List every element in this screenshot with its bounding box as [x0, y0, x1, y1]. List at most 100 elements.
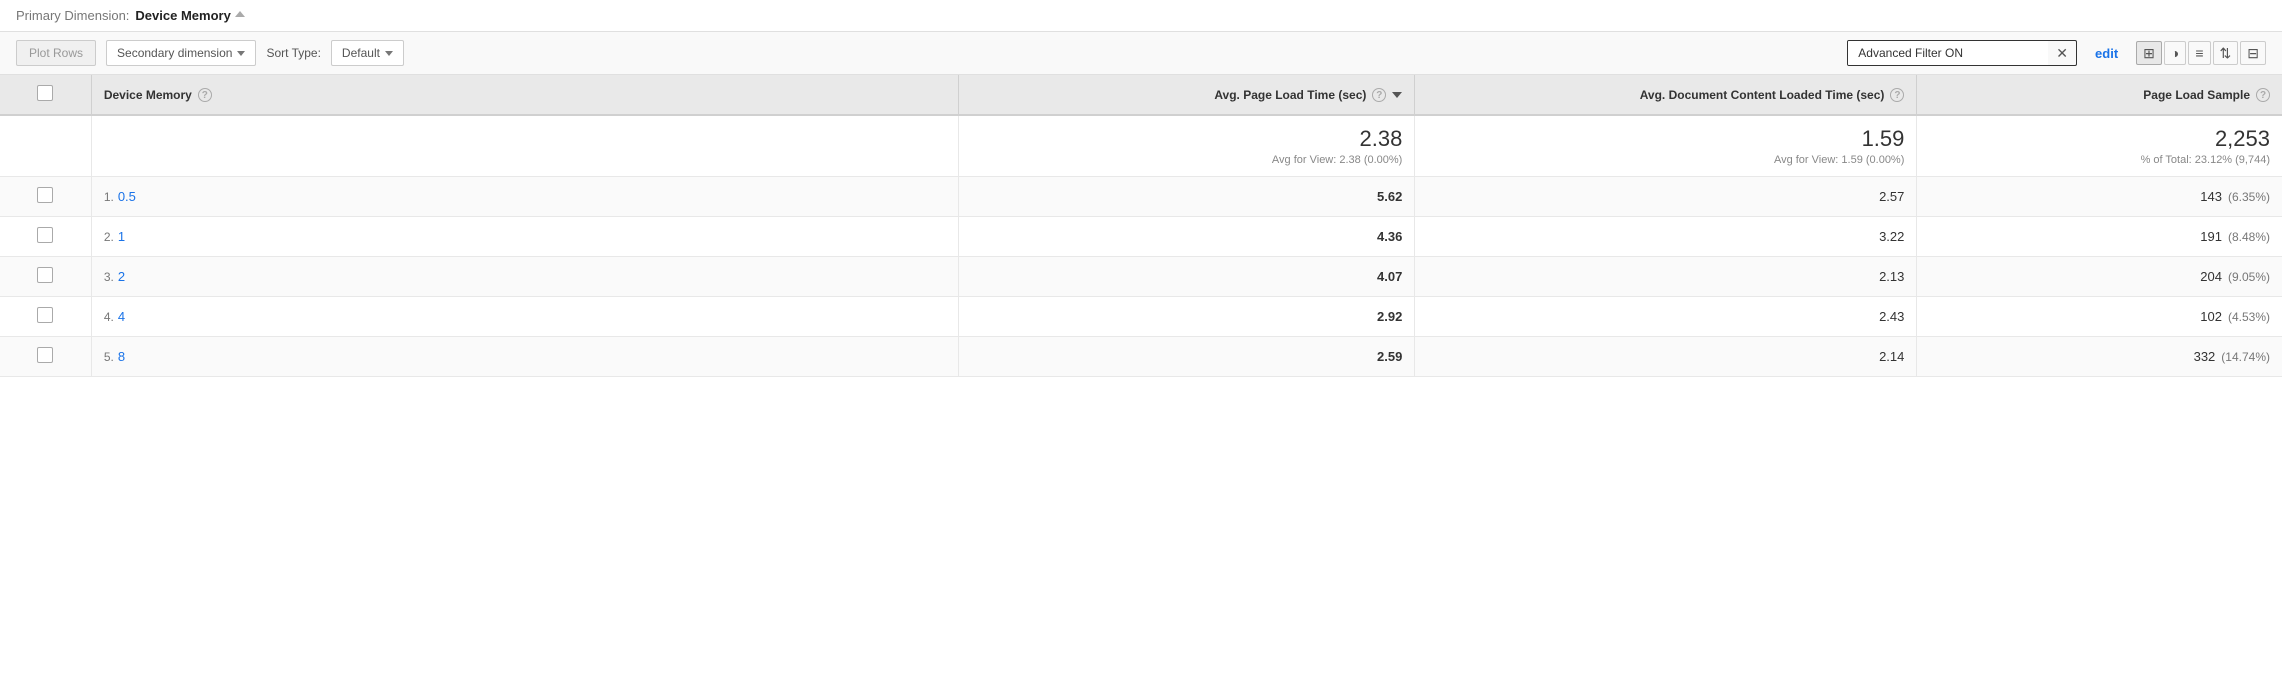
- summary-avg-load-sub: Avg for View: 2.38 (0.00%): [971, 154, 1402, 166]
- row-avg-doc-cell: 3.22: [1415, 217, 1917, 257]
- primary-dimension-value: Device Memory: [135, 8, 230, 23]
- row-avg-load-value: 2.59: [1377, 349, 1402, 364]
- page-sample-help-icon[interactable]: ?: [2256, 88, 2270, 102]
- th-avg-load: Avg. Page Load Time (sec) ?: [958, 75, 1414, 115]
- row-page-sample-pct: (9.05%): [2228, 270, 2270, 284]
- row-checkbox[interactable]: [37, 227, 53, 243]
- row-page-sample-value: 102: [2200, 309, 2222, 324]
- row-avg-doc-value: 2.14: [1879, 349, 1904, 364]
- summary-row: 2.38 Avg for View: 2.38 (0.00%) 1.59 Avg…: [0, 115, 2282, 177]
- plot-rows-button[interactable]: Plot Rows: [16, 40, 96, 66]
- row-checkbox[interactable]: [37, 307, 53, 323]
- row-avg-doc-cell: 2.43: [1415, 297, 1917, 337]
- summary-avg-doc-value: 1.59: [1427, 126, 1904, 152]
- secondary-dimension-chevron-icon: [237, 51, 245, 56]
- primary-dimension-label: Primary Dimension:: [16, 8, 129, 23]
- table-row: 3.24.072.13204(9.05%): [0, 257, 2282, 297]
- table-header-row: Device Memory ? Avg. Page Load Time (sec…: [0, 75, 2282, 115]
- th-avg-doc: Avg. Document Content Loaded Time (sec) …: [1415, 75, 1917, 115]
- advanced-filter-input[interactable]: [1848, 41, 2048, 65]
- row-avg-load-cell: 4.36: [958, 217, 1414, 257]
- row-page-sample-cell: 102(4.53%): [1917, 297, 2282, 337]
- row-avg-load-value: 5.62: [1377, 189, 1402, 204]
- row-dimension-cell: 5.8: [91, 337, 958, 377]
- sort-type-dropdown[interactable]: Default: [331, 40, 404, 66]
- row-avg-doc-value: 3.22: [1879, 229, 1904, 244]
- table-view-button[interactable]: ⊟: [2240, 41, 2266, 65]
- avg-load-help-icon[interactable]: ?: [1372, 88, 1386, 102]
- summary-avg-doc-cell: 1.59 Avg for View: 1.59 (0.00%): [1415, 115, 1917, 177]
- row-checkbox[interactable]: [37, 347, 53, 363]
- row-check-cell: [0, 337, 91, 377]
- header-checkbox[interactable]: [37, 85, 53, 101]
- edit-link[interactable]: edit: [2087, 46, 2126, 61]
- row-check-cell: [0, 257, 91, 297]
- view-icons-group: ⊞ ◑ ≡ ⇅ ⊟: [2136, 41, 2266, 65]
- row-page-sample-pct: (8.48%): [2228, 230, 2270, 244]
- row-checkbox[interactable]: [37, 267, 53, 283]
- summary-check-cell: [0, 115, 91, 177]
- row-page-sample-value: 143: [2200, 189, 2222, 204]
- row-avg-doc-value: 2.43: [1879, 309, 1904, 324]
- row-page-sample-value: 332: [2194, 349, 2216, 364]
- dimension-link[interactable]: 2: [118, 269, 125, 284]
- dimension-link[interactable]: 0.5: [118, 189, 136, 204]
- th-avg-load-label: Avg. Page Load Time (sec): [1214, 88, 1366, 102]
- row-avg-doc-cell: 2.14: [1415, 337, 1917, 377]
- funnel-view-button[interactable]: ⇅: [2213, 41, 2239, 65]
- row-number: 3.: [104, 270, 114, 284]
- device-memory-help-icon[interactable]: ?: [198, 88, 212, 102]
- summary-page-sample-value: 2,253: [1929, 126, 2270, 152]
- data-table: Device Memory ? Avg. Page Load Time (sec…: [0, 75, 2282, 377]
- row-avg-load-cell: 2.59: [958, 337, 1414, 377]
- summary-avg-load-cell: 2.38 Avg for View: 2.38 (0.00%): [958, 115, 1414, 177]
- row-dimension-cell: 4.4: [91, 297, 958, 337]
- row-check-cell: [0, 217, 91, 257]
- toolbar: Plot Rows Secondary dimension Sort Type:…: [0, 32, 2282, 75]
- sort-type-value: Default: [342, 46, 380, 60]
- row-number: 4.: [104, 310, 114, 324]
- dimension-link[interactable]: 8: [118, 349, 125, 364]
- row-number: 1.: [104, 190, 114, 204]
- row-page-sample-cell: 143 (6.35%): [1917, 177, 2282, 217]
- th-page-sample: Page Load Sample ?: [1917, 75, 2282, 115]
- row-avg-doc-value: 2.57: [1879, 189, 1904, 204]
- summary-avg-load-value: 2.38: [971, 126, 1402, 152]
- table-row: 1. 0.5 5.62 2.57 143 (6.35%): [0, 177, 2282, 217]
- row-checkbox[interactable]: [37, 187, 53, 203]
- row-check-cell: [0, 297, 91, 337]
- pie-view-button[interactable]: ◑: [2164, 41, 2186, 65]
- summary-avg-doc-sub: Avg for View: 1.59 (0.00%): [1427, 154, 1904, 166]
- row-dimension-cell: 3.2: [91, 257, 958, 297]
- primary-dimension-bar: Primary Dimension: Device Memory: [0, 0, 2282, 32]
- grid-view-button[interactable]: ⊞: [2136, 41, 2162, 65]
- secondary-dimension-label: Secondary dimension: [117, 46, 232, 60]
- summary-page-sample-sub: % of Total: 23.12% (9,744): [1929, 154, 2270, 166]
- list-view-button[interactable]: ≡: [2188, 41, 2210, 65]
- row-check-cell: [0, 177, 91, 217]
- dimension-link[interactable]: 1: [118, 229, 125, 244]
- table-row: 5.8 2.59 2.14 332 (14.74%): [0, 337, 2282, 377]
- avg-doc-help-icon[interactable]: ?: [1890, 88, 1904, 102]
- row-avg-load-cell: 4.07: [958, 257, 1414, 297]
- th-page-sample-label: Page Load Sample: [2143, 88, 2250, 102]
- row-page-sample-pct: (6.35%): [2228, 190, 2270, 204]
- table-row: 4.42.922.43102(4.53%): [0, 297, 2282, 337]
- th-checkbox: [0, 75, 91, 115]
- th-device-memory: Device Memory ?: [91, 75, 958, 115]
- row-dimension-cell: 1. 0.5: [91, 177, 958, 217]
- row-avg-load-value: 2.92: [1377, 309, 1402, 324]
- filter-clear-button[interactable]: ✕: [2048, 41, 2076, 65]
- row-avg-doc-cell: 2.57: [1415, 177, 1917, 217]
- row-page-sample-pct: (14.74%): [2221, 350, 2270, 364]
- row-avg-doc-value: 2.13: [1879, 269, 1904, 284]
- row-avg-load-value: 4.07: [1377, 269, 1402, 284]
- secondary-dimension-dropdown[interactable]: Secondary dimension: [106, 40, 256, 66]
- dimension-link[interactable]: 4: [118, 309, 125, 324]
- row-dimension-cell: 2.1: [91, 217, 958, 257]
- dimension-caret-icon: [235, 11, 245, 17]
- row-avg-load-cell: 2.92: [958, 297, 1414, 337]
- advanced-filter-input-wrap: ✕: [1847, 40, 2077, 66]
- avg-load-sort-icon[interactable]: [1392, 92, 1402, 98]
- row-page-sample-value: 191: [2200, 229, 2222, 244]
